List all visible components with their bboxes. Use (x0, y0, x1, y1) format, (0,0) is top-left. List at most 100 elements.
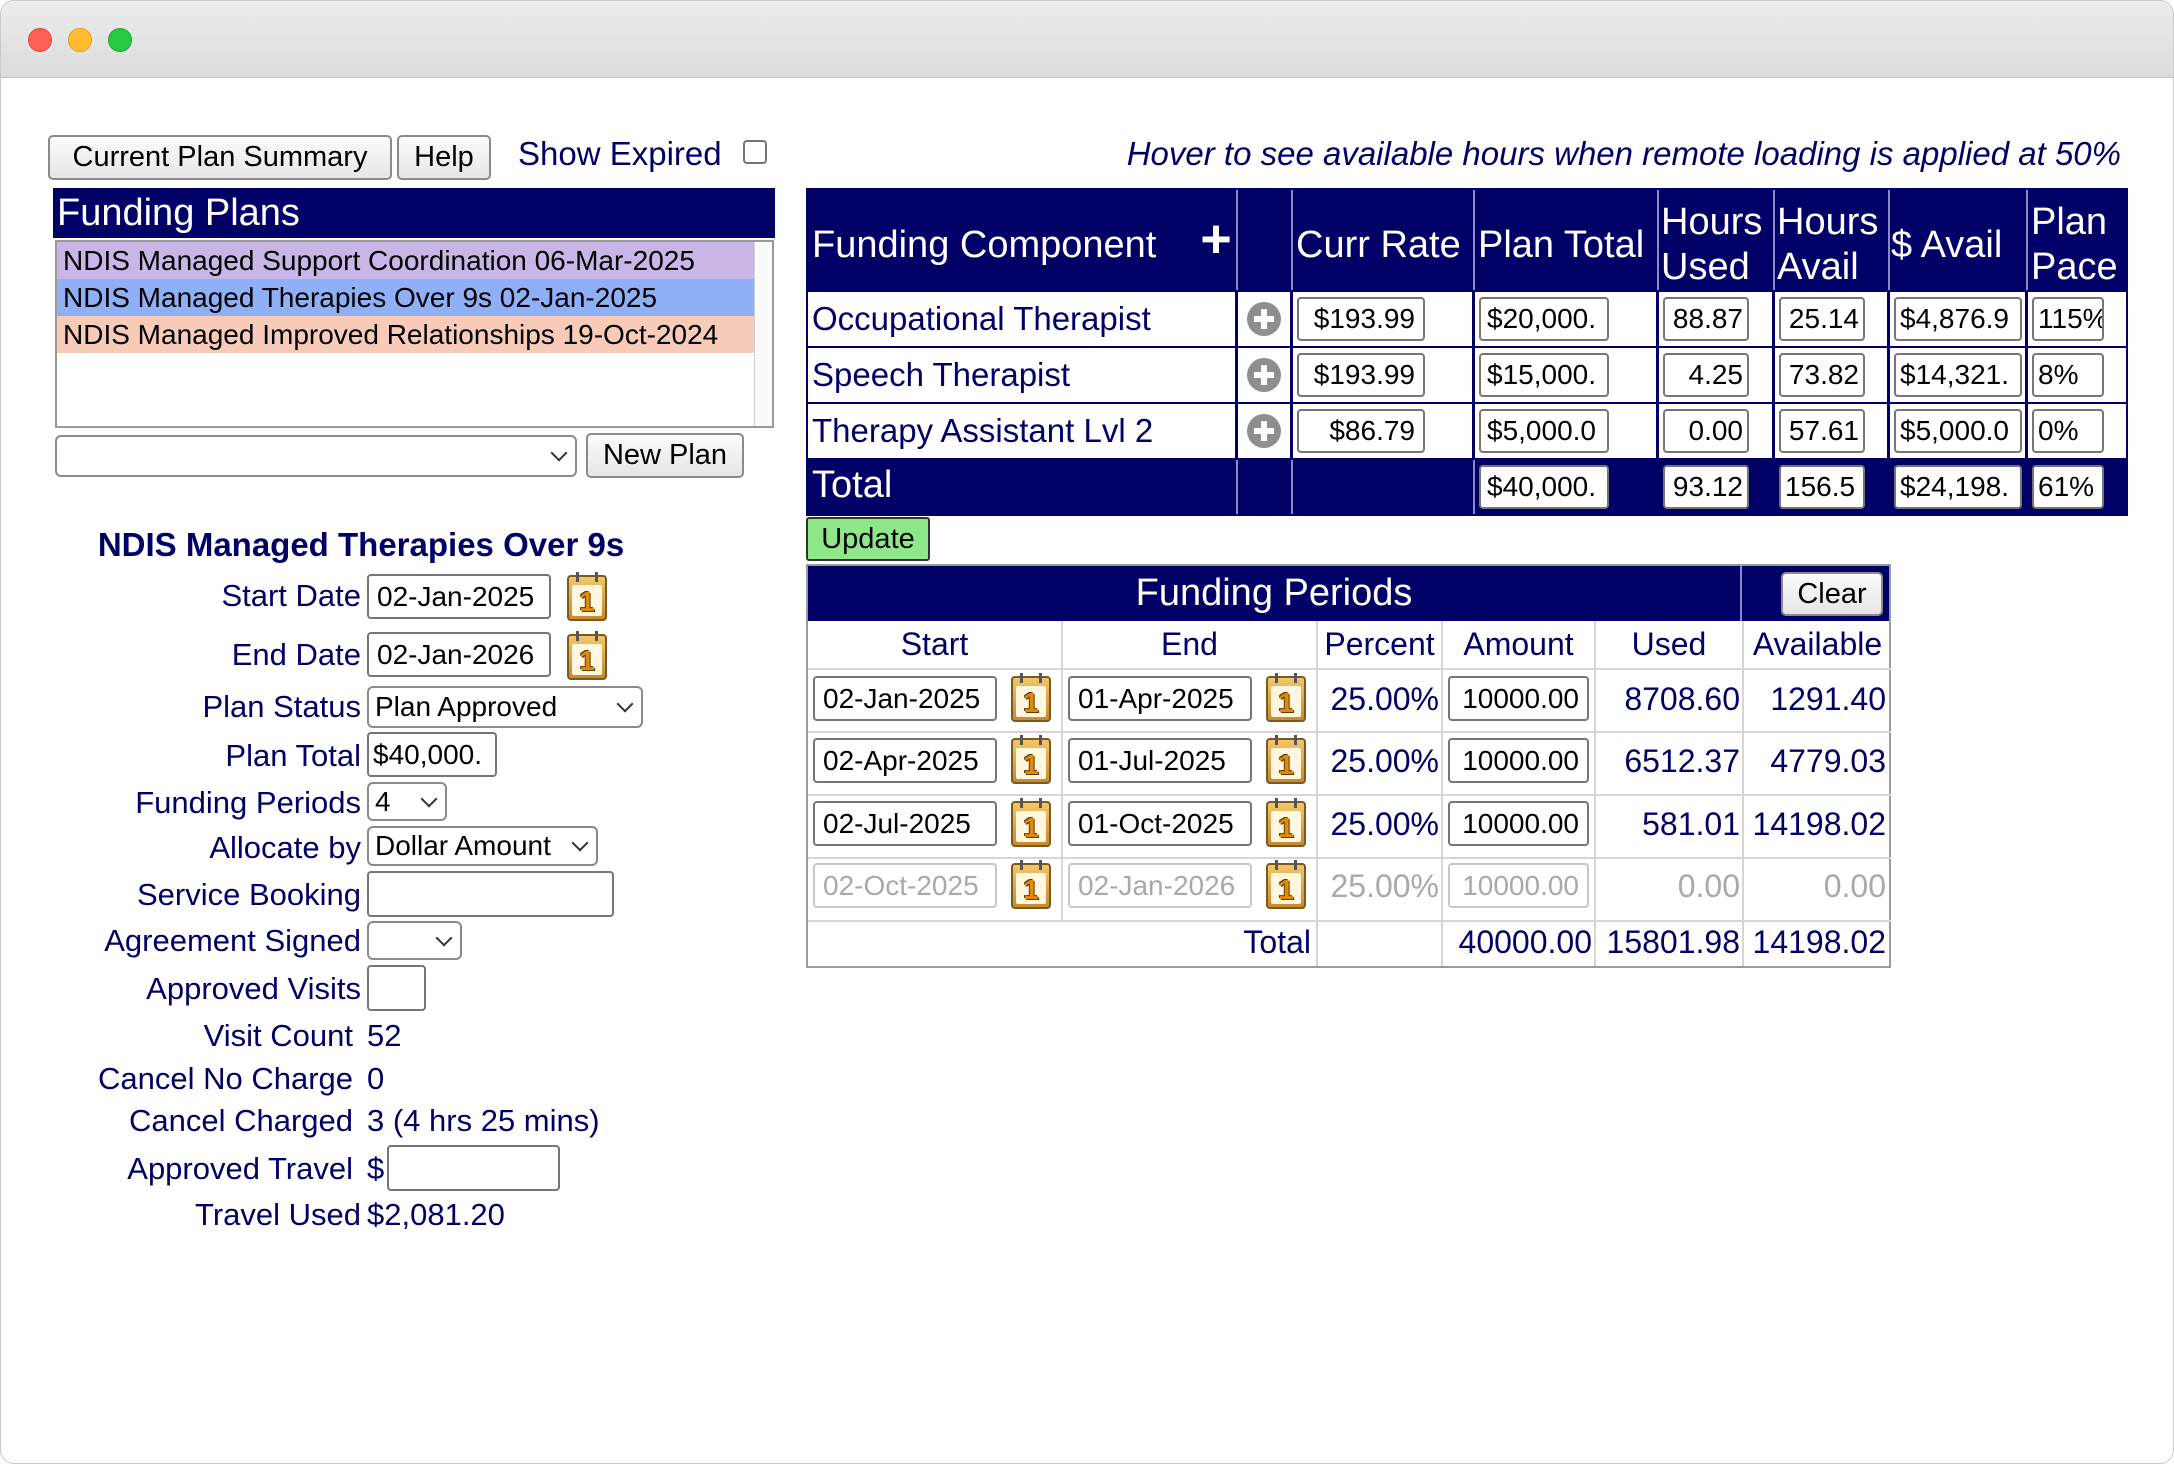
calendar-icon[interactable] (1266, 735, 1306, 784)
agreement-signed-label: Agreement Signed (104, 923, 361, 958)
hours-used-input[interactable]: 88.87 (1663, 297, 1749, 341)
period-end-input[interactable]: 02-Jan-2026 (1068, 863, 1252, 908)
funding-plans-list[interactable]: NDIS Managed Support Coordination 06-Mar… (55, 240, 774, 428)
clear-button[interactable]: Clear (1781, 572, 1883, 616)
period-amount-input[interactable]: 10000.00 (1448, 863, 1589, 908)
calendar-icon[interactable] (1011, 673, 1051, 722)
plan-pace-input[interactable]: 115% (2032, 297, 2104, 341)
funding-plan-item[interactable]: NDIS Managed Improved Relationships 19-O… (57, 316, 754, 353)
service-booking-label: Service Booking (136, 877, 361, 912)
curr-rate-input[interactable]: $86.79 (1297, 409, 1425, 453)
period-start-input[interactable]: 02-Oct-2025 (813, 863, 997, 908)
chevron-down-icon (571, 834, 589, 852)
period-start-input[interactable]: 02-Jan-2025 (813, 676, 997, 721)
start-date-input[interactable]: 02-Jan-2025 (367, 574, 551, 619)
hours-used-input[interactable]: 0.00 (1663, 409, 1749, 453)
calendar-icon[interactable] (1266, 673, 1306, 722)
minimize-window-button[interactable] (68, 28, 92, 52)
calendar-icon[interactable] (1266, 798, 1306, 847)
agreement-signed-select[interactable] (367, 921, 462, 960)
period-percent: 25.00% (1330, 868, 1439, 904)
period-end-input[interactable]: 01-Apr-2025 (1068, 676, 1252, 721)
period-available: 1291.40 (1770, 681, 1886, 717)
hours-used-header-line1: Hours (1661, 201, 1763, 243)
help-button[interactable]: Help (397, 135, 491, 180)
plan-pace-input[interactable]: 0% (2032, 409, 2104, 453)
period-percent: 25.00% (1330, 681, 1439, 717)
plan-total-cell: $20,000. (1475, 292, 1656, 346)
current-plan-summary-button[interactable]: Current Plan Summary (48, 135, 392, 180)
update-button[interactable]: Update (806, 517, 930, 561)
calendar-icon[interactable] (1011, 735, 1051, 784)
calendar-icon[interactable] (567, 631, 607, 680)
calendar-icon[interactable] (1011, 860, 1051, 909)
period-available: 0.00 (1823, 868, 1886, 904)
plan-total-header: Plan Total (1478, 224, 1645, 266)
funding-periods-select[interactable]: 4 (367, 782, 447, 821)
end-date-input[interactable]: 02-Jan-2026 (367, 632, 551, 677)
close-window-button[interactable] (28, 28, 52, 52)
zoom-window-button[interactable] (108, 28, 132, 52)
hours-avail-input[interactable]: 57.61 (1779, 409, 1865, 453)
approved-visits-label: Approved Visits (146, 971, 361, 1006)
period-amount-input[interactable]: 10000.00 (1448, 738, 1589, 783)
period-amount-input[interactable]: 10000.00 (1448, 676, 1589, 721)
hours-used-cell: 4.25 (1659, 348, 1772, 402)
components-total-hours-used[interactable]: 93.12 (1663, 465, 1749, 509)
dollar-avail-input[interactable]: $4,876.9 (1894, 297, 2022, 341)
funding-periods-table: Funding Periods Clear Start End Percent … (806, 564, 1891, 968)
components-total-hours-avail[interactable]: 156.5 (1779, 465, 1865, 509)
calendar-icon[interactable] (1011, 798, 1051, 847)
allocate-by-select[interactable]: Dollar Amount (367, 826, 598, 866)
components-total-plan-total[interactable]: $40,000. (1479, 465, 1609, 509)
approved-visits-input[interactable] (367, 965, 426, 1011)
plan-pace-input[interactable]: 8% (2032, 353, 2104, 397)
components-total-dollar-avail[interactable]: $24,198. (1894, 465, 2022, 509)
curr-rate-input[interactable]: $193.99 (1297, 297, 1425, 341)
period-end-input[interactable]: 01-Oct-2025 (1068, 801, 1252, 846)
dollar-avail-cell: $14,321. (1890, 348, 2025, 402)
funding-plan-item[interactable]: NDIS Managed Support Coordination 06-Mar… (57, 242, 754, 279)
plan-total-input[interactable]: $40,000. (367, 732, 497, 777)
hours-avail-input[interactable]: 73.82 (1779, 353, 1865, 397)
component-name[interactable]: Occupational Therapist (808, 292, 1235, 346)
period-used: 6512.37 (1624, 743, 1740, 779)
service-booking-input[interactable] (367, 871, 614, 917)
components-total-plan-pace[interactable]: 61% (2032, 465, 2104, 509)
cancel-no-charge-value: 0 (367, 1061, 385, 1096)
hours-avail-header-line1: Hours (1777, 201, 1879, 243)
period-start-input[interactable]: 02-Jul-2025 (813, 801, 997, 846)
add-component-icon[interactable]: + (1196, 209, 1236, 269)
curr-rate-header: Curr Rate (1296, 224, 1461, 266)
hours-avail-input[interactable]: 25.14 (1779, 297, 1865, 341)
calendar-icon[interactable] (567, 572, 607, 621)
plan-type-select[interactable] (55, 435, 577, 477)
curr-rate-input[interactable]: $193.99 (1297, 353, 1425, 397)
plus-circle-icon[interactable] (1247, 358, 1281, 392)
component-name[interactable]: Speech Therapist (808, 348, 1235, 402)
dollar-avail-input[interactable]: $14,321. (1894, 353, 2022, 397)
show-expired-checkbox[interactable] (743, 140, 767, 164)
component-total-input[interactable]: $5,000.0 (1479, 409, 1609, 453)
funding-plan-item[interactable]: NDIS Managed Therapies Over 9s 02-Jan-20… (57, 279, 754, 316)
component-total-input[interactable]: $20,000. (1479, 297, 1609, 341)
period-end-input[interactable]: 01-Jul-2025 (1068, 738, 1252, 783)
new-plan-button[interactable]: New Plan (586, 433, 744, 478)
hours-used-input[interactable]: 4.25 (1663, 353, 1749, 397)
plus-circle-icon[interactable] (1247, 414, 1281, 448)
component-action-cell (1238, 292, 1290, 346)
chevron-down-icon (616, 695, 634, 713)
period-amount-input[interactable]: 10000.00 (1448, 801, 1589, 846)
component-total-input[interactable]: $15,000. (1479, 353, 1609, 397)
plan-status-select[interactable]: Plan Approved (367, 686, 643, 728)
period-start-input[interactable]: 02-Apr-2025 (813, 738, 997, 783)
calendar-icon[interactable] (1266, 860, 1306, 909)
plus-circle-icon[interactable] (1247, 302, 1281, 336)
funding-plans-scrollbar[interactable] (754, 242, 772, 426)
component-name[interactable]: Therapy Assistant Lvl 2 (808, 404, 1235, 458)
dollar-avail-input[interactable]: $5,000.0 (1894, 409, 2022, 453)
period-percent: 25.00% (1330, 743, 1439, 779)
funding-component-header: Funding Component (812, 224, 1157, 266)
funding-periods-title: Funding Periods (1135, 572, 1413, 614)
approved-travel-input[interactable] (387, 1145, 560, 1191)
